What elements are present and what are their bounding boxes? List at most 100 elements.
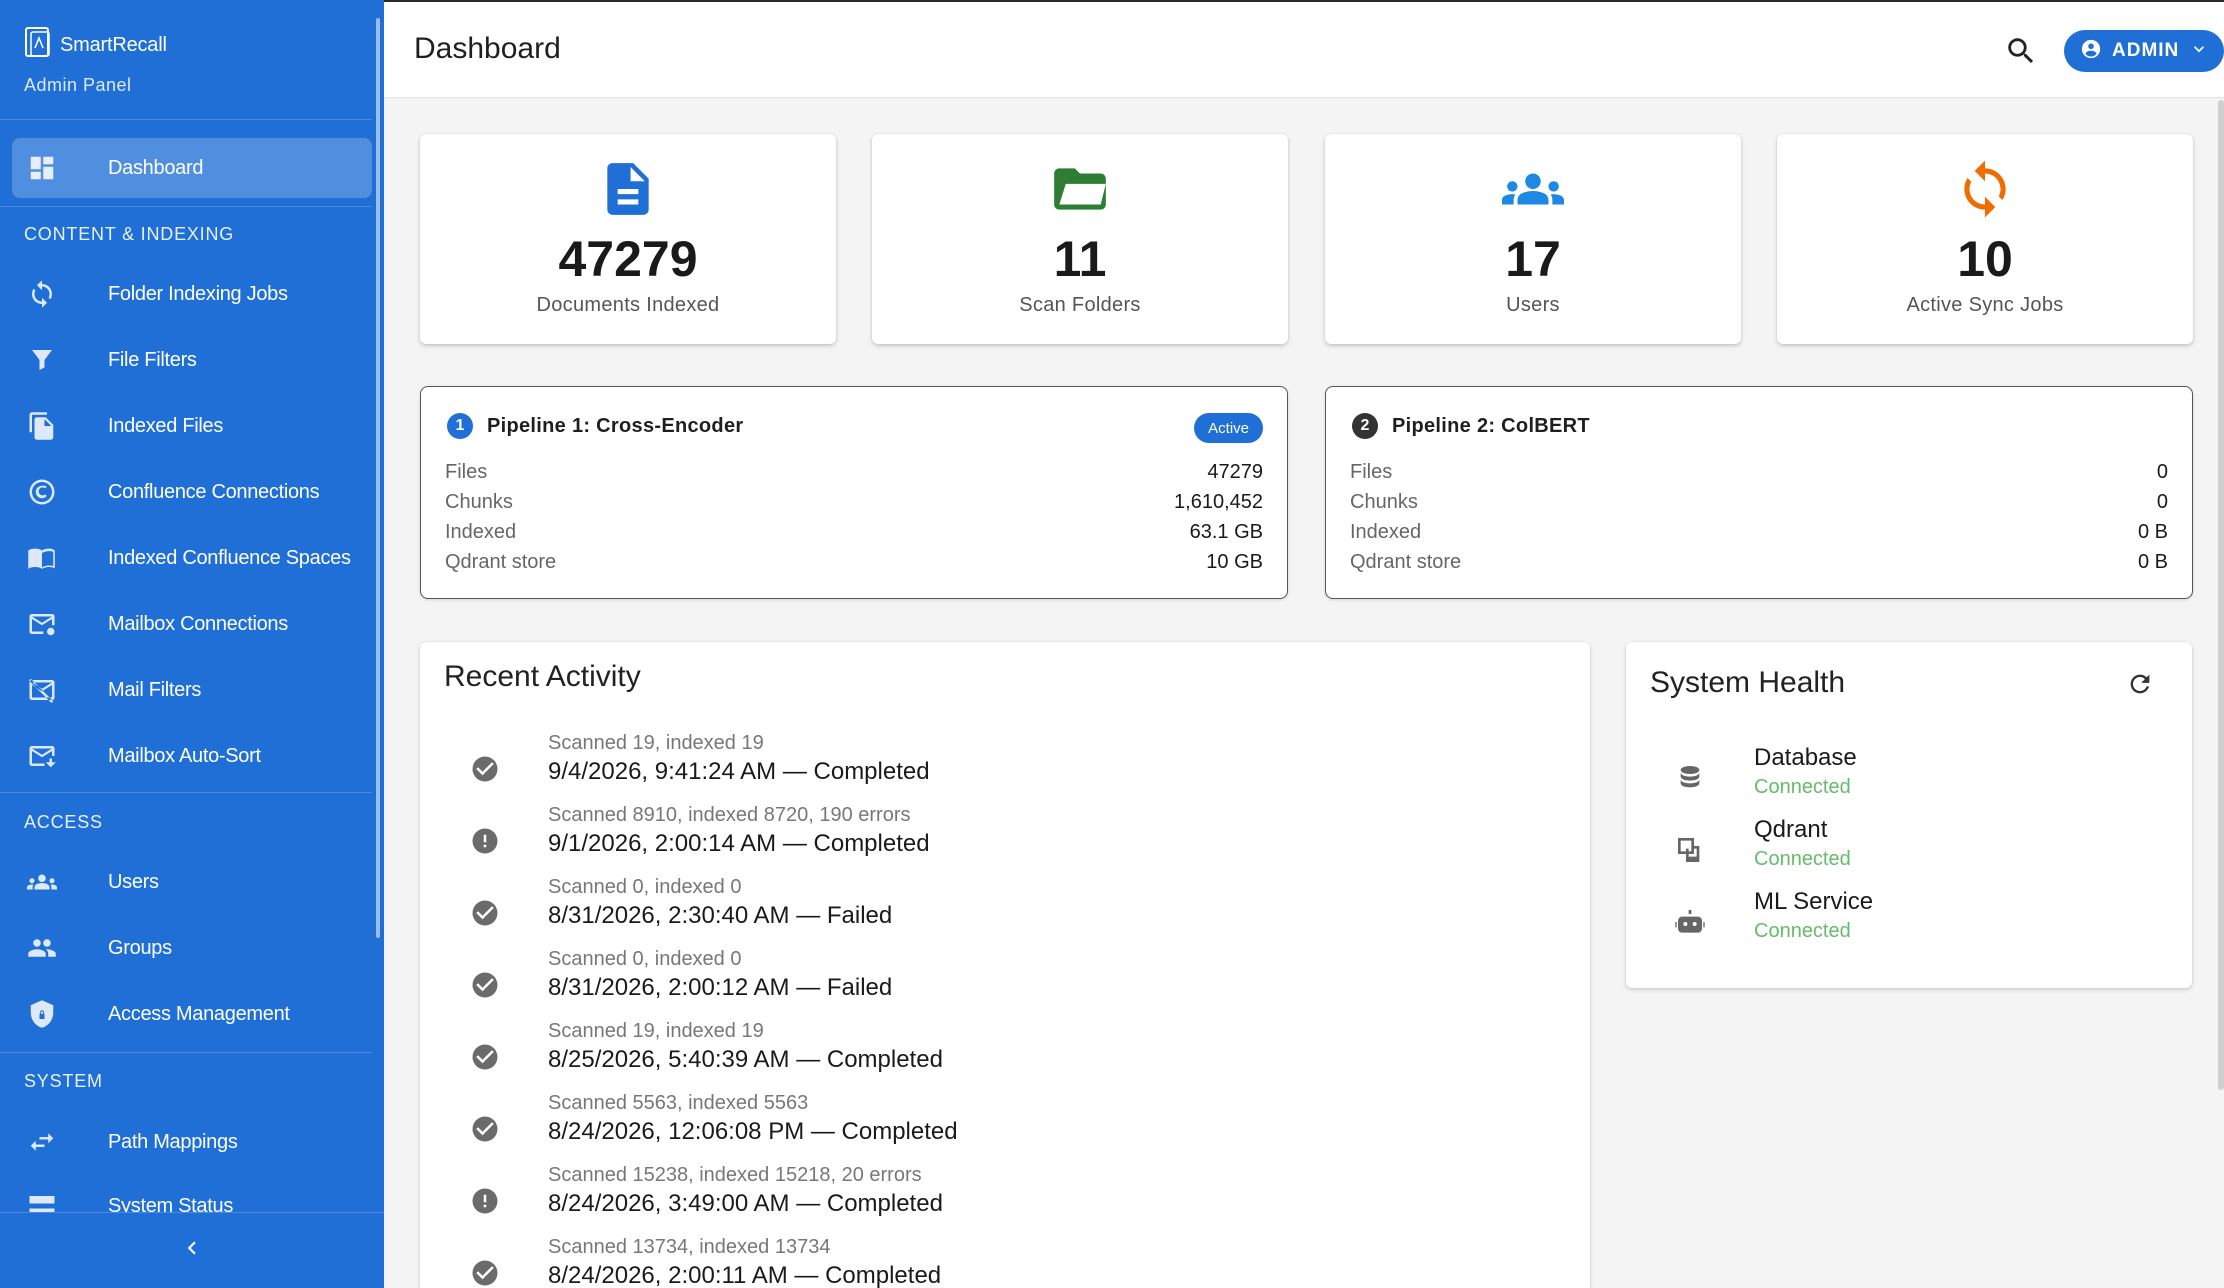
layers-icon xyxy=(1674,834,1706,866)
pipeline-title: Pipeline 1: Cross-Encoder xyxy=(487,414,744,437)
sidebar-scrollbar[interactable] xyxy=(376,18,380,938)
pipeline-stat-row: Indexed 0 B xyxy=(1350,520,2168,543)
sidebar-item-indexed-confluence-spaces[interactable]: Indexed Confluence Spaces xyxy=(12,528,372,588)
book-icon xyxy=(26,542,58,574)
main-scrollbar[interactable] xyxy=(2218,100,2224,1090)
sidebar-item-label: Indexed Files xyxy=(108,414,224,437)
sidebar-item-path-mappings[interactable]: Path Mappings xyxy=(12,1112,372,1172)
stat-label: Users xyxy=(1506,294,1560,316)
user-menu-button[interactable]: ADMIN xyxy=(2064,30,2224,72)
status-text: Connected xyxy=(1754,920,1851,942)
sidebar-item-label: Users xyxy=(108,870,159,893)
file-copy-icon xyxy=(26,410,58,442)
sidebar-divider xyxy=(0,1052,372,1053)
user-menu-label: ADMIN xyxy=(2112,40,2180,61)
sidebar-item-mailbox-auto-sort[interactable]: Mailbox Auto-Sort xyxy=(12,726,372,786)
health-item-database: Database Connected xyxy=(1626,744,2192,816)
health-item-ml-service: ML Service Connected xyxy=(1626,888,2192,960)
check-circle-icon xyxy=(470,754,500,784)
users-icon xyxy=(26,866,58,898)
sync-icon xyxy=(26,278,58,310)
pipeline-number-badge: 2 xyxy=(1352,413,1378,439)
stat-value: 17 xyxy=(1505,231,1561,287)
stat-value: 11 xyxy=(1053,231,1107,287)
list-item: Scanned 13734, indexed 13734 8/24/2026, … xyxy=(420,1236,1590,1288)
stat-label: Active Sync Jobs xyxy=(1906,294,2064,316)
pipeline-card-2[interactable]: 2 Pipeline 2: ColBERT Files 0 Chunks 0 Ind… xyxy=(1325,386,2193,599)
card-title: System Health xyxy=(1650,666,1846,699)
mail-filter-icon xyxy=(26,674,58,706)
account-circle-icon xyxy=(2080,38,2102,65)
recent-activity-card: Recent Activity Scanned 19, indexed 19 9… xyxy=(420,642,1590,1288)
stat-value: 10 xyxy=(1957,231,2013,287)
health-item-qdrant: Qdrant Connected xyxy=(1626,816,2192,888)
search-icon[interactable] xyxy=(2004,34,2040,70)
pipeline-stat-row: Chunks 1,610,452 xyxy=(445,490,1263,513)
status-text: Connected xyxy=(1754,776,1851,798)
sidebar-item-mail-filters[interactable]: Mail Filters xyxy=(12,660,372,720)
pipeline-stat-row: Files 47279 xyxy=(445,460,1263,483)
sidebar-divider xyxy=(0,792,372,793)
sidebar-item-access-management[interactable]: Access Management xyxy=(12,984,372,1044)
sidebar-footer xyxy=(0,1212,384,1288)
sidebar-item-label: Confluence Connections xyxy=(108,480,320,503)
sidebar-item-label: Mailbox Auto-Sort xyxy=(108,744,261,767)
sidebar: SmartRecall Admin Panel Dashboard CONTEN… xyxy=(0,0,384,1288)
pipeline-stat-row: Qdrant store 10 GB xyxy=(445,550,1263,573)
pipeline-title: Pipeline 2: ColBERT xyxy=(1392,414,1590,437)
sidebar-item-label: Folder Indexing Jobs xyxy=(108,282,288,305)
sidebar-item-users[interactable]: Users xyxy=(12,852,372,912)
list-item: Scanned 8910, indexed 8720, 190 errors 9… xyxy=(420,804,1590,876)
list-item: Scanned 0, indexed 0 8/31/2026, 2:00:12 … xyxy=(420,948,1590,1020)
sidebar-item-groups[interactable]: Groups xyxy=(12,918,372,978)
sidebar-item-label: Dashboard xyxy=(108,156,204,179)
chevron-left-icon[interactable] xyxy=(179,1235,205,1266)
sidebar-item-label: Path Mappings xyxy=(108,1130,238,1153)
groups-icon xyxy=(26,932,58,964)
sidebar-item-dashboard[interactable]: Dashboard xyxy=(12,138,372,198)
shield-icon xyxy=(26,998,58,1030)
sidebar-item-confluence-connections[interactable]: Confluence Connections xyxy=(12,462,372,522)
list-item: Scanned 5563, indexed 5563 8/24/2026, 12… xyxy=(420,1092,1590,1164)
sidebar-divider xyxy=(0,206,372,207)
sidebar-item-label: Access Management xyxy=(108,1002,290,1025)
sidebar-item-label: File Filters xyxy=(108,348,197,371)
stat-card-users: 17 Users xyxy=(1325,134,1741,344)
sidebar-item-label: Mail Filters xyxy=(108,678,202,701)
sidebar-item-folder-indexing-jobs[interactable]: Folder Indexing Jobs xyxy=(12,264,372,324)
error-circle-icon xyxy=(470,826,500,856)
refresh-icon[interactable] xyxy=(2126,670,2156,700)
sync-icon xyxy=(1777,158,2193,220)
list-item: Scanned 15238, indexed 15218, 20 errors … xyxy=(420,1164,1590,1236)
error-circle-icon xyxy=(470,1186,500,1216)
stat-card-scan-folders: 11 Scan Folders xyxy=(872,134,1288,344)
pipeline-stat-row: Files 0 xyxy=(1350,460,2168,483)
swap-icon xyxy=(26,1126,58,1158)
check-circle-icon xyxy=(470,1114,500,1144)
pipeline-card-1[interactable]: 1 Pipeline 1: Cross-Encoder Active Files… xyxy=(420,386,1288,599)
top-bar: Dashboard ADMIN xyxy=(384,0,2224,98)
people-icon xyxy=(1325,158,1741,220)
pipeline-stat-row: Indexed 63.1 GB xyxy=(445,520,1263,543)
sidebar-item-mailbox-connections[interactable]: Mailbox Connections xyxy=(12,594,372,654)
page-title: Dashboard xyxy=(414,32,561,65)
confluence-icon xyxy=(26,476,58,508)
sidebar-item-label: Mailbox Connections xyxy=(108,612,288,635)
section-content-indexing: CONTENT & INDEXING xyxy=(24,224,235,244)
stat-card-documents: 47279 Documents Indexed xyxy=(420,134,836,344)
folder-open-icon xyxy=(872,158,1288,220)
chevron-down-icon xyxy=(2189,39,2209,64)
filter-icon xyxy=(26,344,58,376)
section-system: SYSTEM xyxy=(24,1071,103,1091)
sidebar-item-indexed-files[interactable]: Indexed Files xyxy=(12,396,372,456)
sidebar-item-file-filters[interactable]: File Filters xyxy=(12,330,372,390)
check-circle-icon xyxy=(470,1042,500,1072)
stat-label: Scan Folders xyxy=(1019,294,1141,316)
pipeline-stat-row: Qdrant store 0 B xyxy=(1350,550,2168,573)
sidebar-item-label: Indexed Confluence Spaces xyxy=(108,546,351,569)
card-title: Recent Activity xyxy=(444,660,641,693)
check-circle-icon xyxy=(470,1258,500,1288)
pipeline-stat-row: Chunks 0 xyxy=(1350,490,2168,513)
check-circle-icon xyxy=(470,970,500,1000)
status-text: Connected xyxy=(1754,848,1851,870)
